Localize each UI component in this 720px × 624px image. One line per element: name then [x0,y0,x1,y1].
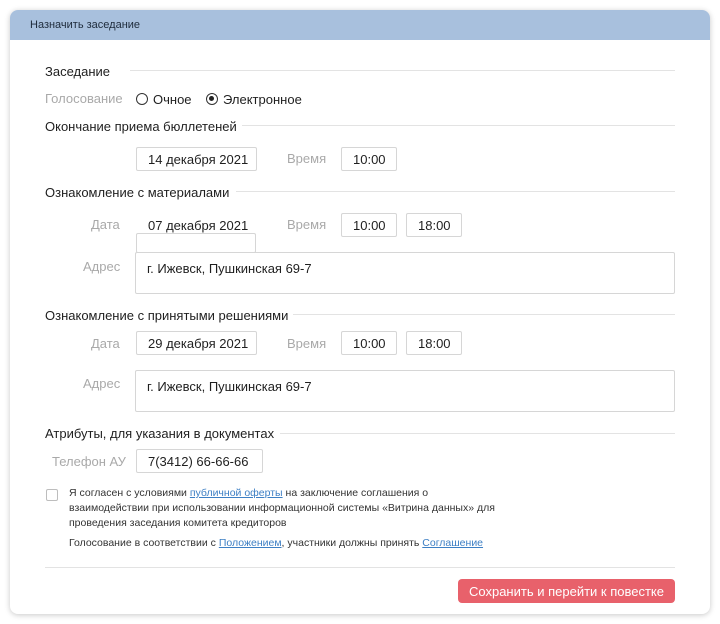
radio-electronic[interactable] [206,93,218,105]
card-header: Назначить заседание [10,10,710,40]
materials-address-label: Адрес [83,259,121,274]
section-title-attributes: Атрибуты, для указания в документах [45,426,275,441]
ballots-end-time-label: Время [287,151,327,166]
regulation-link[interactable]: Положением [219,537,282,549]
phone-label: Телефон АУ [52,454,126,469]
materials-address-field[interactable]: г. Ижевск, Пушкинская 69-7 [135,252,675,294]
divider [242,125,675,126]
agreement-checkbox[interactable] [46,489,58,501]
voting-note: Голосование в соответствии с Положением,… [69,537,484,549]
divider [130,70,675,71]
decisions-time-from-field[interactable]: 10:00 [341,331,397,355]
card-title: Назначить заседание [30,19,141,31]
materials-time-from-field[interactable]: 10:00 [341,213,397,237]
section-title-meeting: Заседание [45,64,111,79]
section-title-decisions: Ознакомление с принятыми решениями [45,308,289,323]
decisions-address-field[interactable]: г. Ижевск, Пушкинская 69-7 [135,370,675,412]
decisions-time-label: Время [287,336,327,351]
date-picker-dropdown[interactable] [136,233,256,253]
materials-date-label: Дата [91,217,120,232]
phone-field[interactable]: 7(3412) 66-66-66 [136,449,263,473]
decisions-address-label: Адрес [83,376,121,391]
save-and-go-to-agenda-button[interactable]: Сохранить и перейти к повестке [458,579,675,603]
decisions-date-label: Дата [91,336,120,351]
divider [293,314,675,315]
ballots-end-date-field[interactable]: 14 декабря 2021 [136,147,257,171]
materials-time-to-field[interactable]: 18:00 [406,213,462,237]
materials-time-label: Время [287,217,327,232]
radio-electronic-label[interactable]: Электронное [223,92,302,107]
radio-in-person-label[interactable]: Очное [153,92,192,107]
ballots-end-time-field[interactable]: 10:00 [341,147,397,171]
radio-in-person[interactable] [136,93,148,105]
schedule-meeting-card: Назначить заседание Заседание Голосовани… [10,10,710,614]
decisions-time-to-field[interactable]: 18:00 [406,331,462,355]
divider [236,191,675,192]
footer-divider [45,567,675,568]
section-title-ballots-end: Окончание приема бюллетеней [45,119,237,134]
agreement-link[interactable]: Соглашение [422,537,483,549]
voting-label: Голосование [45,91,123,106]
agreement-text: Я согласен с условиями публичной оферты … [69,487,495,529]
public-offer-link[interactable]: публичной оферты [190,487,283,499]
divider [280,433,675,434]
section-title-materials: Ознакомление с материалами [45,185,230,200]
decisions-date-field[interactable]: 29 декабря 2021 [136,331,257,355]
